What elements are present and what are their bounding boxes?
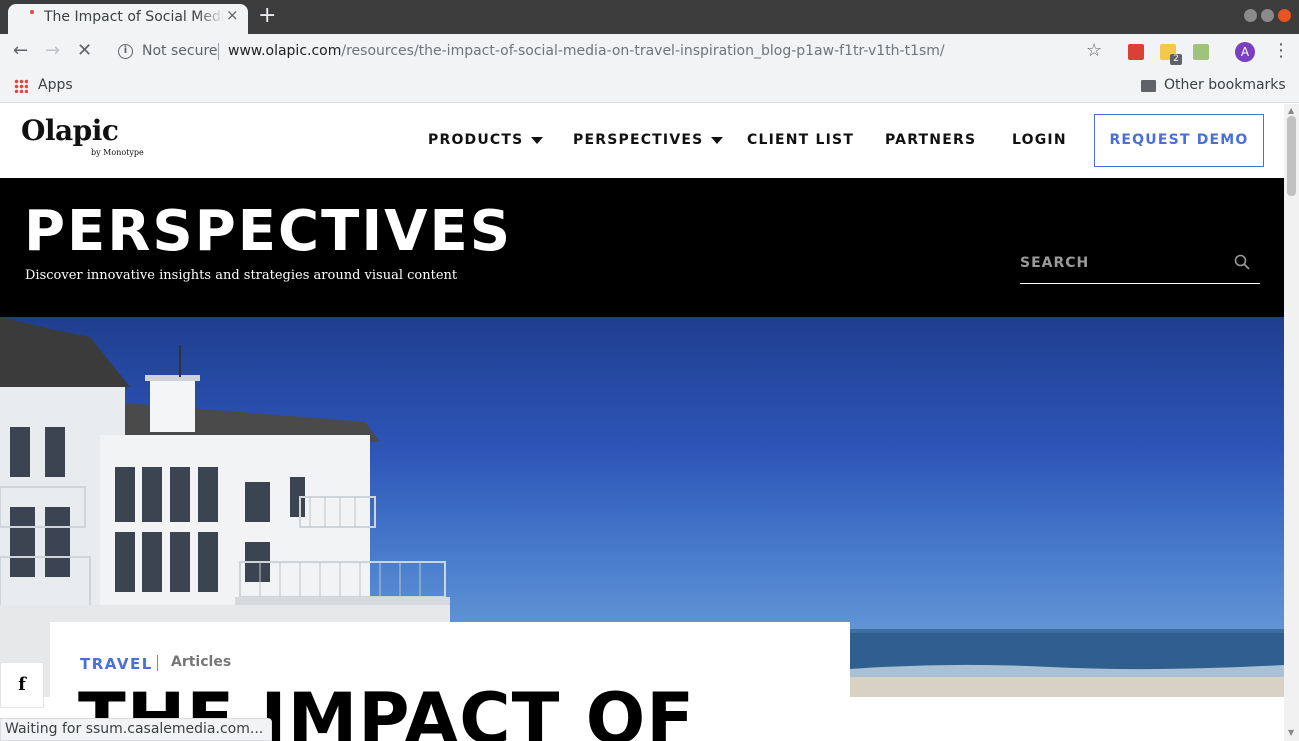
- tab-close-icon[interactable]: ×: [226, 6, 239, 24]
- omnibox-divider: [218, 43, 219, 60]
- page-scrollbar[interactable]: ▲ ▼: [1284, 104, 1299, 741]
- chevron-down-icon: [531, 136, 544, 144]
- minimize-icon[interactable]: [1244, 9, 1257, 22]
- scroll-up-icon[interactable]: ▲: [1288, 106, 1294, 115]
- profile-avatar[interactable]: A: [1235, 42, 1255, 62]
- category-link[interactable]: TRAVEL: [80, 655, 153, 673]
- nav-perspectives-label: PERSPECTIVES: [573, 132, 704, 148]
- category-divider: [157, 655, 158, 671]
- search-icon[interactable]: [1234, 254, 1250, 270]
- nav-client-list[interactable]: CLIENT LIST: [747, 132, 854, 148]
- browser-titlebar: The Impact of Social Media × +: [0, 0, 1299, 34]
- olapic-logo[interactable]: Olapic: [21, 114, 119, 147]
- url-host: www.olapic.com: [228, 43, 342, 59]
- apps-grid-icon[interactable]: [14, 79, 28, 93]
- logo-subtext: by Monotype: [91, 148, 144, 157]
- other-bookmarks[interactable]: Other bookmarks: [1164, 77, 1286, 93]
- nav-login[interactable]: LOGIN: [1012, 132, 1067, 148]
- chevron-down-icon: [711, 136, 724, 144]
- site-info-icon[interactable]: i: [118, 44, 133, 59]
- window-controls: [1244, 9, 1291, 22]
- new-tab-icon[interactable]: +: [258, 3, 276, 29]
- todoist-extension-icon[interactable]: [1128, 44, 1144, 60]
- nav-partners[interactable]: PARTNERS: [885, 132, 976, 148]
- browser-tab[interactable]: The Impact of Social Media ×: [8, 4, 248, 34]
- site-header: Olapic by Monotype PRODUCTS PERSPECTIVES…: [0, 104, 1284, 178]
- nav-products-label: PRODUCTS: [428, 132, 524, 148]
- back-arrow-icon[interactable]: ←: [13, 41, 28, 61]
- nav-perspectives[interactable]: PERSPECTIVES: [573, 132, 724, 148]
- folder-icon[interactable]: [1141, 80, 1156, 92]
- scroll-thumb[interactable]: [1287, 116, 1296, 196]
- facebook-share-icon[interactable]: f: [0, 662, 44, 708]
- browser-status-bar: Waiting for ssum.casalemedia.com...: [0, 718, 273, 741]
- page-title: PERSPECTIVES: [24, 199, 513, 264]
- url-path: /resources/the-impact-of-social-media-on…: [341, 43, 945, 59]
- nav-products[interactable]: PRODUCTS: [428, 132, 544, 148]
- content-type-link[interactable]: Articles: [171, 654, 231, 670]
- perspectives-hero: PERSPECTIVES Discover innovative insight…: [0, 178, 1284, 317]
- apps-bookmark[interactable]: Apps: [38, 77, 73, 93]
- bookmarks-bar: Apps Other bookmarks: [0, 70, 1299, 103]
- forward-arrow-icon[interactable]: →: [45, 41, 60, 61]
- search-box: [1020, 246, 1260, 284]
- security-label[interactable]: Not secure: [142, 43, 218, 59]
- stop-loading-icon[interactable]: ✕: [77, 41, 92, 61]
- close-window-icon[interactable]: [1278, 9, 1291, 22]
- scroll-down-icon[interactable]: ▼: [1288, 728, 1294, 737]
- kebab-menu-icon[interactable]: ⋮: [1272, 40, 1290, 61]
- page-viewport: Olapic by Monotype PRODUCTS PERSPECTIVES…: [0, 104, 1284, 741]
- page-subtitle: Discover innovative insights and strateg…: [25, 268, 458, 283]
- request-demo-button[interactable]: REQUEST DEMO: [1094, 114, 1264, 167]
- loading-favicon-icon: [30, 10, 34, 14]
- tab-title: The Impact of Social Media: [44, 9, 224, 25]
- browser-toolbar: ← → ✕ i Not secure www.olapic.com/resour…: [0, 34, 1299, 70]
- sheets-extension-icon[interactable]: [1193, 44, 1209, 60]
- search-input[interactable]: [1020, 246, 1220, 280]
- maximize-icon[interactable]: [1261, 9, 1274, 22]
- extension-badge: 2: [1170, 54, 1182, 65]
- address-bar[interactable]: www.olapic.com/resources/the-impact-of-s…: [228, 43, 945, 59]
- bookmark-star-icon[interactable]: ☆: [1086, 40, 1102, 61]
